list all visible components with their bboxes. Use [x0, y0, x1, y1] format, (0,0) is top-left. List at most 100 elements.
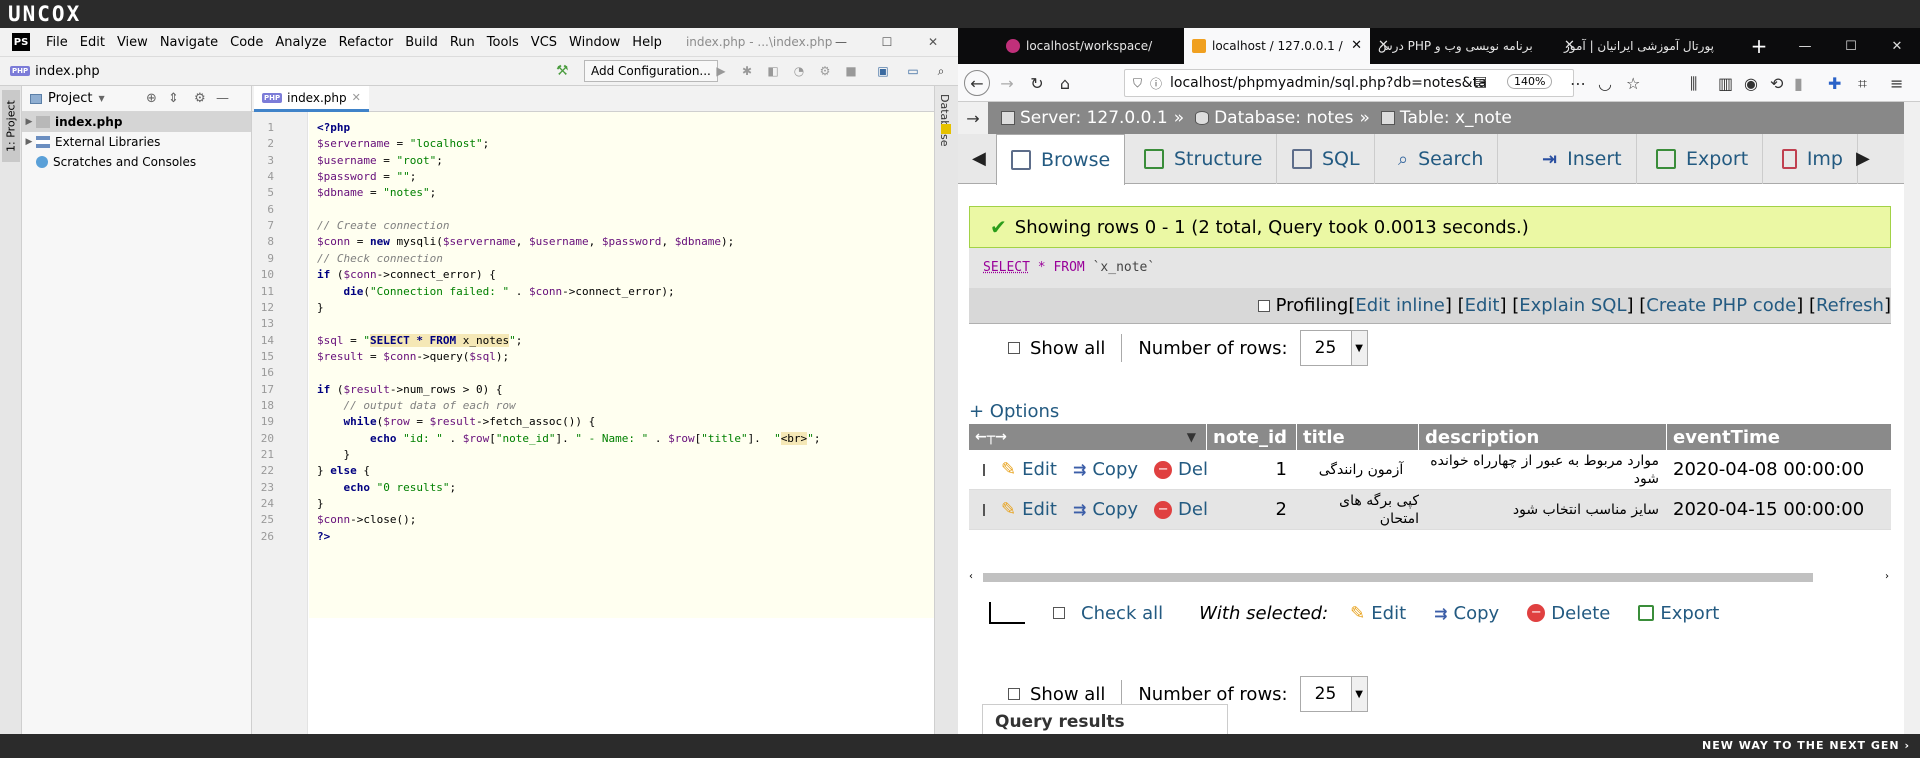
reader-view-icon[interactable]: ▤ [1474, 74, 1487, 90]
sort-dropdown-icon[interactable]: ▼ [1187, 430, 1196, 444]
account-icon[interactable]: ◉ [1744, 74, 1758, 93]
breadcrumb[interactable]: PHP index.php [10, 64, 100, 79]
check-all-checkbox[interactable] [1053, 607, 1065, 619]
code-line[interactable]: $password = ""; [317, 170, 416, 183]
code-line[interactable]: $username = "root"; [317, 154, 443, 167]
bookmark-star-icon[interactable]: ☆ [1626, 74, 1640, 93]
code-line[interactable]: } [317, 497, 324, 510]
menu-help[interactable]: Help [626, 35, 668, 50]
navigation-toggle-arrow-icon[interactable]: → [958, 102, 988, 134]
menu-window[interactable]: Window [563, 35, 626, 50]
cell-eventtime[interactable]: 2020-04-08 00:00:00 [1667, 450, 1891, 490]
code-line[interactable]: // Create connection [317, 219, 449, 232]
locate-icon[interactable]: ⊕ [146, 91, 157, 106]
tab-scroll-left-icon[interactable]: ◀ [972, 148, 986, 169]
tree-item-external-libraries[interactable]: ▶ External Libraries [22, 132, 251, 152]
menu-refactor[interactable]: Refactor [333, 35, 400, 50]
code-line[interactable]: echo "id: " . $row["note_id"]. " - Name:… [317, 431, 820, 445]
menu-build[interactable]: Build [399, 35, 444, 50]
column-header-description[interactable]: description [1419, 424, 1667, 450]
profiling-checkbox[interactable] [1257, 299, 1270, 312]
create-php-code-link[interactable]: Create PHP code [1646, 295, 1796, 316]
add-configuration-button[interactable]: Add Configuration... [584, 60, 718, 82]
tree-item-index-php[interactable]: ▶ index.php [22, 112, 251, 132]
sync-icon[interactable]: ⟲ [1770, 74, 1783, 93]
sidebar-icon[interactable]: ▥ [1718, 74, 1733, 93]
horizontal-scrollbar[interactable]: ‹ › [969, 568, 1891, 584]
row-checkbox[interactable] [983, 503, 985, 516]
tab-search[interactable]: ⌕ Search [1384, 134, 1499, 184]
code-line[interactable]: if ($conn->connect_error) { [317, 268, 496, 281]
code-line[interactable]: $conn = new mysqli($servername, $usernam… [317, 235, 734, 248]
options-link[interactable]: + Options [969, 401, 1059, 422]
ide-close-icon[interactable]: ✕ [910, 28, 956, 56]
chevron-down-icon[interactable]: ▼ [98, 94, 104, 103]
menu-vcs[interactable]: VCS [525, 35, 563, 50]
expand-arrow-icon[interactable]: ▶ [22, 137, 36, 147]
column-header-note-id[interactable]: note_id [1207, 424, 1297, 450]
close-tab-icon[interactable]: ✕ [1351, 38, 1362, 53]
code-line[interactable]: if ($result->num_rows > 0) { [317, 383, 502, 396]
bulk-delete-button[interactable]: − Delete [1527, 603, 1610, 624]
code-line[interactable]: // Check connection [317, 252, 443, 265]
number-of-rows-select[interactable]: 25 ▼ [1299, 330, 1368, 366]
code-line[interactable]: $conn->close(); [317, 513, 416, 526]
bulk-export-button[interactable]: Export [1638, 603, 1719, 624]
tab-structure[interactable]: Structure [1130, 134, 1278, 184]
expand-arrow-icon[interactable]: ▶ [22, 117, 36, 127]
profile-icon[interactable]: ◔ [792, 64, 806, 78]
browser-tab-php-course[interactable]: برنامه نویسی وب و PHP درس ✕ [1370, 28, 1556, 64]
menu-navigate[interactable]: Navigate [154, 35, 224, 50]
code-line[interactable]: } else { [317, 464, 370, 477]
menu-edit[interactable]: Edit [74, 35, 111, 50]
library-icon[interactable]: ⫼ [1690, 74, 1697, 94]
row-copy-button[interactable]: ⇉ Copy [1073, 459, 1138, 480]
tab-browse[interactable]: Browse [996, 134, 1126, 185]
extensions-puzzle-icon[interactable]: ✚ [1828, 74, 1841, 93]
close-tab-icon[interactable]: ✕ [1564, 38, 1575, 53]
breadcrumb-database[interactable]: Database: notes [1214, 108, 1353, 128]
cell-title[interactable]: کپی برگه های امتحان [1297, 490, 1419, 530]
show-all-checkbox[interactable] [1008, 688, 1020, 700]
project-view-selector[interactable]: Project [48, 91, 92, 106]
tree-item-scratches[interactable]: Scratches and Consoles [22, 152, 251, 172]
site-info-icon[interactable]: ⓘ [1150, 75, 1162, 92]
database-tool-tab[interactable]: Database [938, 94, 951, 147]
vertical-scrollbar[interactable] [1904, 102, 1920, 734]
ide-maximize-icon[interactable]: ☐ [864, 28, 910, 56]
search-everywhere-icon[interactable]: ⌕ [934, 64, 948, 78]
debug-icon[interactable]: ✱ [740, 64, 754, 78]
check-all-link[interactable]: Check all [1081, 603, 1163, 624]
cell-note-id[interactable]: 2 [1207, 490, 1297, 530]
code-line[interactable]: while($row = $result->fetch_assoc()) { [317, 415, 596, 428]
browser-minimize-icon[interactable]: — [1782, 28, 1828, 64]
edit-inline-link[interactable]: Edit inline [1355, 295, 1444, 316]
project-structure-icon[interactable]: ▣ [876, 64, 890, 78]
cell-note-id[interactable]: 1 [1207, 450, 1297, 490]
run-icon[interactable]: ▶ [714, 64, 728, 78]
refresh-link[interactable]: Refresh [1816, 295, 1884, 316]
menu-view[interactable]: View [111, 35, 154, 50]
hamburger-menu-icon[interactable]: ≡ [1890, 74, 1903, 93]
code-line[interactable]: <?php [317, 121, 350, 134]
code-line[interactable]: $servername = "localhost"; [317, 137, 489, 150]
reload-icon[interactable]: ↻ [1024, 70, 1050, 96]
row-copy-button[interactable]: ⇉ Copy [1073, 499, 1138, 520]
row-checkbox[interactable] [983, 463, 985, 476]
menu-tools[interactable]: Tools [481, 35, 525, 50]
code-line[interactable]: $dbname = "notes"; [317, 186, 436, 199]
attach-icon[interactable]: ⚙ [818, 64, 832, 78]
tab-import[interactable]: Imp [1768, 134, 1858, 184]
cell-eventtime[interactable]: 2020-04-15 00:00:00 [1667, 490, 1891, 530]
column-header-eventtime[interactable]: eventTime [1667, 424, 1891, 450]
code-line[interactable]: } [317, 301, 324, 314]
sql-keyword-select[interactable]: SELECT [983, 260, 1030, 275]
bulk-edit-button[interactable]: ✎ Edit [1350, 603, 1406, 624]
hide-panel-icon[interactable]: — [216, 91, 229, 106]
menu-code[interactable]: Code [224, 35, 269, 50]
bulk-copy-button[interactable]: ⇉ Copy [1434, 603, 1499, 624]
home-icon[interactable]: ⌂ [1052, 70, 1078, 96]
code-line[interactable]: $sql = "SELECT * FROM x_notes"; [317, 333, 522, 347]
screenshot-icon[interactable]: ⌗ [1858, 74, 1867, 94]
code-editor[interactable]: <?php $servername = "localhost"; $username… [309, 112, 937, 702]
